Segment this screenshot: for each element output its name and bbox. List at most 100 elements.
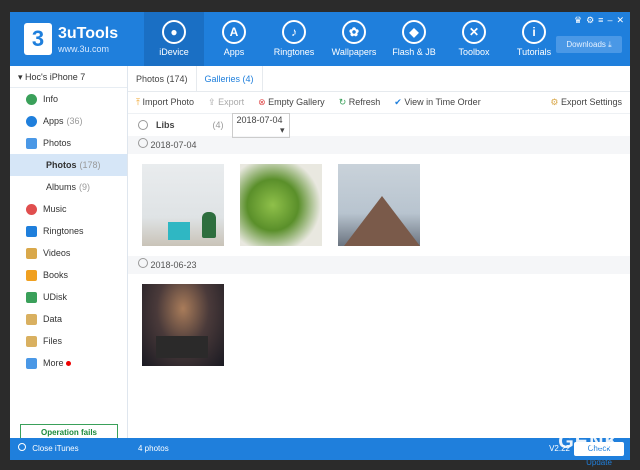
photo-thumbnail[interactable] — [142, 164, 224, 246]
data-icon — [26, 313, 37, 325]
book-icon — [26, 269, 37, 281]
sidebar-item-udisk[interactable]: UDisk — [10, 286, 127, 308]
sidebar-item-label: Videos — [43, 248, 71, 258]
sidebar-subitem-photos[interactable]: Photos (178) — [10, 154, 127, 176]
view-time-order-toggle[interactable]: ✔ View in Time Order — [394, 97, 480, 108]
photo-count: 4 photos — [138, 444, 169, 453]
delete-icon: ⊗ — [258, 97, 266, 107]
sidebar-item-data[interactable]: Data — [10, 308, 127, 330]
settings-icon[interactable]: ⚙ — [586, 15, 594, 26]
sidebar-item-videos[interactable]: Videos — [10, 242, 127, 264]
sidebar-item-label: Info — [43, 94, 59, 104]
group-select-radio[interactable] — [138, 138, 148, 148]
skin-icon[interactable]: ♛ — [574, 15, 582, 26]
close-itunes-button[interactable]: Close iTunes — [10, 438, 128, 460]
nav-flash-jb[interactable]: ◆ Flash & JB — [384, 12, 444, 66]
sidebar-item-label: Books — [43, 270, 69, 280]
sidebar-item-info[interactable]: Info — [10, 88, 127, 110]
tab-galleries[interactable]: Galleries (4) — [196, 66, 263, 91]
nav-apps[interactable]: A Apps — [204, 12, 264, 66]
sidebar-item-count: (36) — [66, 116, 83, 126]
caret-down-icon: ▾ — [279, 124, 285, 135]
sidebar-item-apps[interactable]: Apps (36) — [10, 110, 127, 132]
sidebar-item-label: Ringtones — [43, 226, 84, 236]
brand-url: www.3u.com — [58, 44, 110, 54]
libs-radio[interactable] — [138, 120, 148, 130]
status-bar: 4 photos V2.22 Check Update — [128, 438, 630, 467]
empty-gallery-button[interactable]: ⊗ Empty Gallery — [258, 97, 325, 108]
3utools-logo: 3 — [24, 23, 52, 55]
close-icon[interactable]: ✕ — [616, 15, 624, 26]
sidebar: ▾ Hoc's iPhone 7 Info Apps (36) Photos P… — [10, 66, 128, 460]
group-select-radio[interactable] — [138, 258, 148, 268]
nav-label: Apps — [223, 47, 245, 57]
nav-label: Ringtones — [273, 47, 315, 57]
app-window: 3 3uTools www.3u.com ● iDevice A Apps ♪ … — [10, 12, 630, 467]
import-photo-button[interactable]: ⤒ Import Photo — [136, 97, 194, 108]
downloads-button[interactable]: Downloads ⤓ — [556, 36, 622, 53]
sidebar-item-label: UDisk — [43, 292, 67, 302]
empty-label: Empty Gallery — [268, 97, 325, 107]
sidebar-item-label: Photos — [43, 138, 72, 148]
nav-label: Wallpapers — [331, 47, 377, 57]
apple-icon: ● — [162, 20, 186, 44]
main-nav: ● iDevice A Apps ♪ Ringtones ✿ Wallpaper… — [144, 12, 564, 66]
export-icon: ⇪ — [208, 97, 216, 107]
plant-shape — [202, 212, 216, 238]
sidebar-item-files[interactable]: Files — [10, 330, 127, 352]
tab-photos[interactable]: Photos (174) — [128, 66, 197, 91]
sidebar-item-count: (178) — [79, 160, 101, 170]
apps-icon — [26, 115, 37, 127]
date-dropdown[interactable]: 2018-07-04 ▾ — [231, 112, 290, 138]
more-icon — [26, 357, 37, 369]
stool-shape — [168, 222, 190, 240]
settings-icon: ⚙ — [550, 97, 559, 107]
sidebar-item-label: Photos — [46, 160, 77, 170]
downloads-label: Downloads — [566, 40, 606, 49]
nav-idevice[interactable]: ● iDevice — [144, 12, 204, 66]
photo-thumbnail[interactable] — [142, 284, 224, 366]
app-store-icon: A — [222, 20, 246, 44]
sidebar-item-photos[interactable]: Photos — [10, 132, 127, 154]
main-panel: Photos (174) Galleries (4) ⤒ Import Phot… — [128, 66, 630, 438]
sidebar-item-label: Apps — [43, 116, 64, 126]
sidebar-item-ringtones[interactable]: Ringtones — [10, 220, 127, 242]
nav-label: iDevice — [159, 47, 189, 57]
device-selector[interactable]: ▾ Hoc's iPhone 7 — [10, 66, 127, 88]
nav-label: Toolbox — [458, 47, 490, 57]
refresh-icon: ↻ — [338, 97, 347, 107]
refresh-label: Refresh — [348, 97, 381, 107]
nav-toolbox[interactable]: ✕ Toolbox — [444, 12, 504, 66]
export-settings-button[interactable]: ⚙ Export Settings — [550, 97, 622, 108]
group-date: 2018-07-04 — [150, 140, 197, 150]
close-itunes-label: Close iTunes — [32, 444, 79, 453]
refresh-button[interactable]: ↻ Refresh — [339, 97, 381, 108]
nav-tutorials[interactable]: i Tutorials — [504, 12, 564, 66]
toolbar: ⤒ Import Photo ⇪ Export ⊗ Empty Gallery … — [128, 92, 630, 114]
export-label: Export — [218, 97, 245, 107]
video-icon — [26, 247, 37, 259]
title-bar: 3 3uTools www.3u.com ● iDevice A Apps ♪ … — [10, 12, 630, 66]
brand-name: 3uTools — [58, 25, 119, 42]
settings-label: Export Settings — [560, 97, 622, 107]
menu-icon[interactable]: ≡ — [598, 15, 603, 26]
sidebar-item-label: Albums — [46, 182, 77, 192]
sidebar-item-more[interactable]: More — [10, 352, 127, 374]
minimize-icon[interactable]: – — [607, 15, 612, 26]
nav-label: Flash & JB — [392, 47, 436, 57]
export-button[interactable]: ⇪ Export — [208, 97, 244, 108]
date-value: 2018-07-04 — [236, 114, 283, 125]
usb-icon — [26, 291, 37, 303]
nav-wallpapers[interactable]: ✿ Wallpapers — [324, 12, 384, 66]
sidebar-item-music[interactable]: Music — [10, 198, 127, 220]
flower-icon: ✿ — [342, 20, 366, 44]
nav-ringtones[interactable]: ♪ Ringtones — [264, 12, 324, 66]
photo-thumbnail[interactable] — [338, 164, 420, 246]
sidebar-item-books[interactable]: Books — [10, 264, 127, 286]
check-icon: ✔ — [394, 97, 402, 107]
group-header: 2018-07-04 — [128, 136, 630, 154]
sidebar-subitem-albums[interactable]: Albums (9) — [10, 176, 127, 198]
music-icon — [26, 203, 37, 215]
photo-thumbnail[interactable] — [240, 164, 322, 246]
dropbox-icon: ◆ — [402, 20, 426, 44]
